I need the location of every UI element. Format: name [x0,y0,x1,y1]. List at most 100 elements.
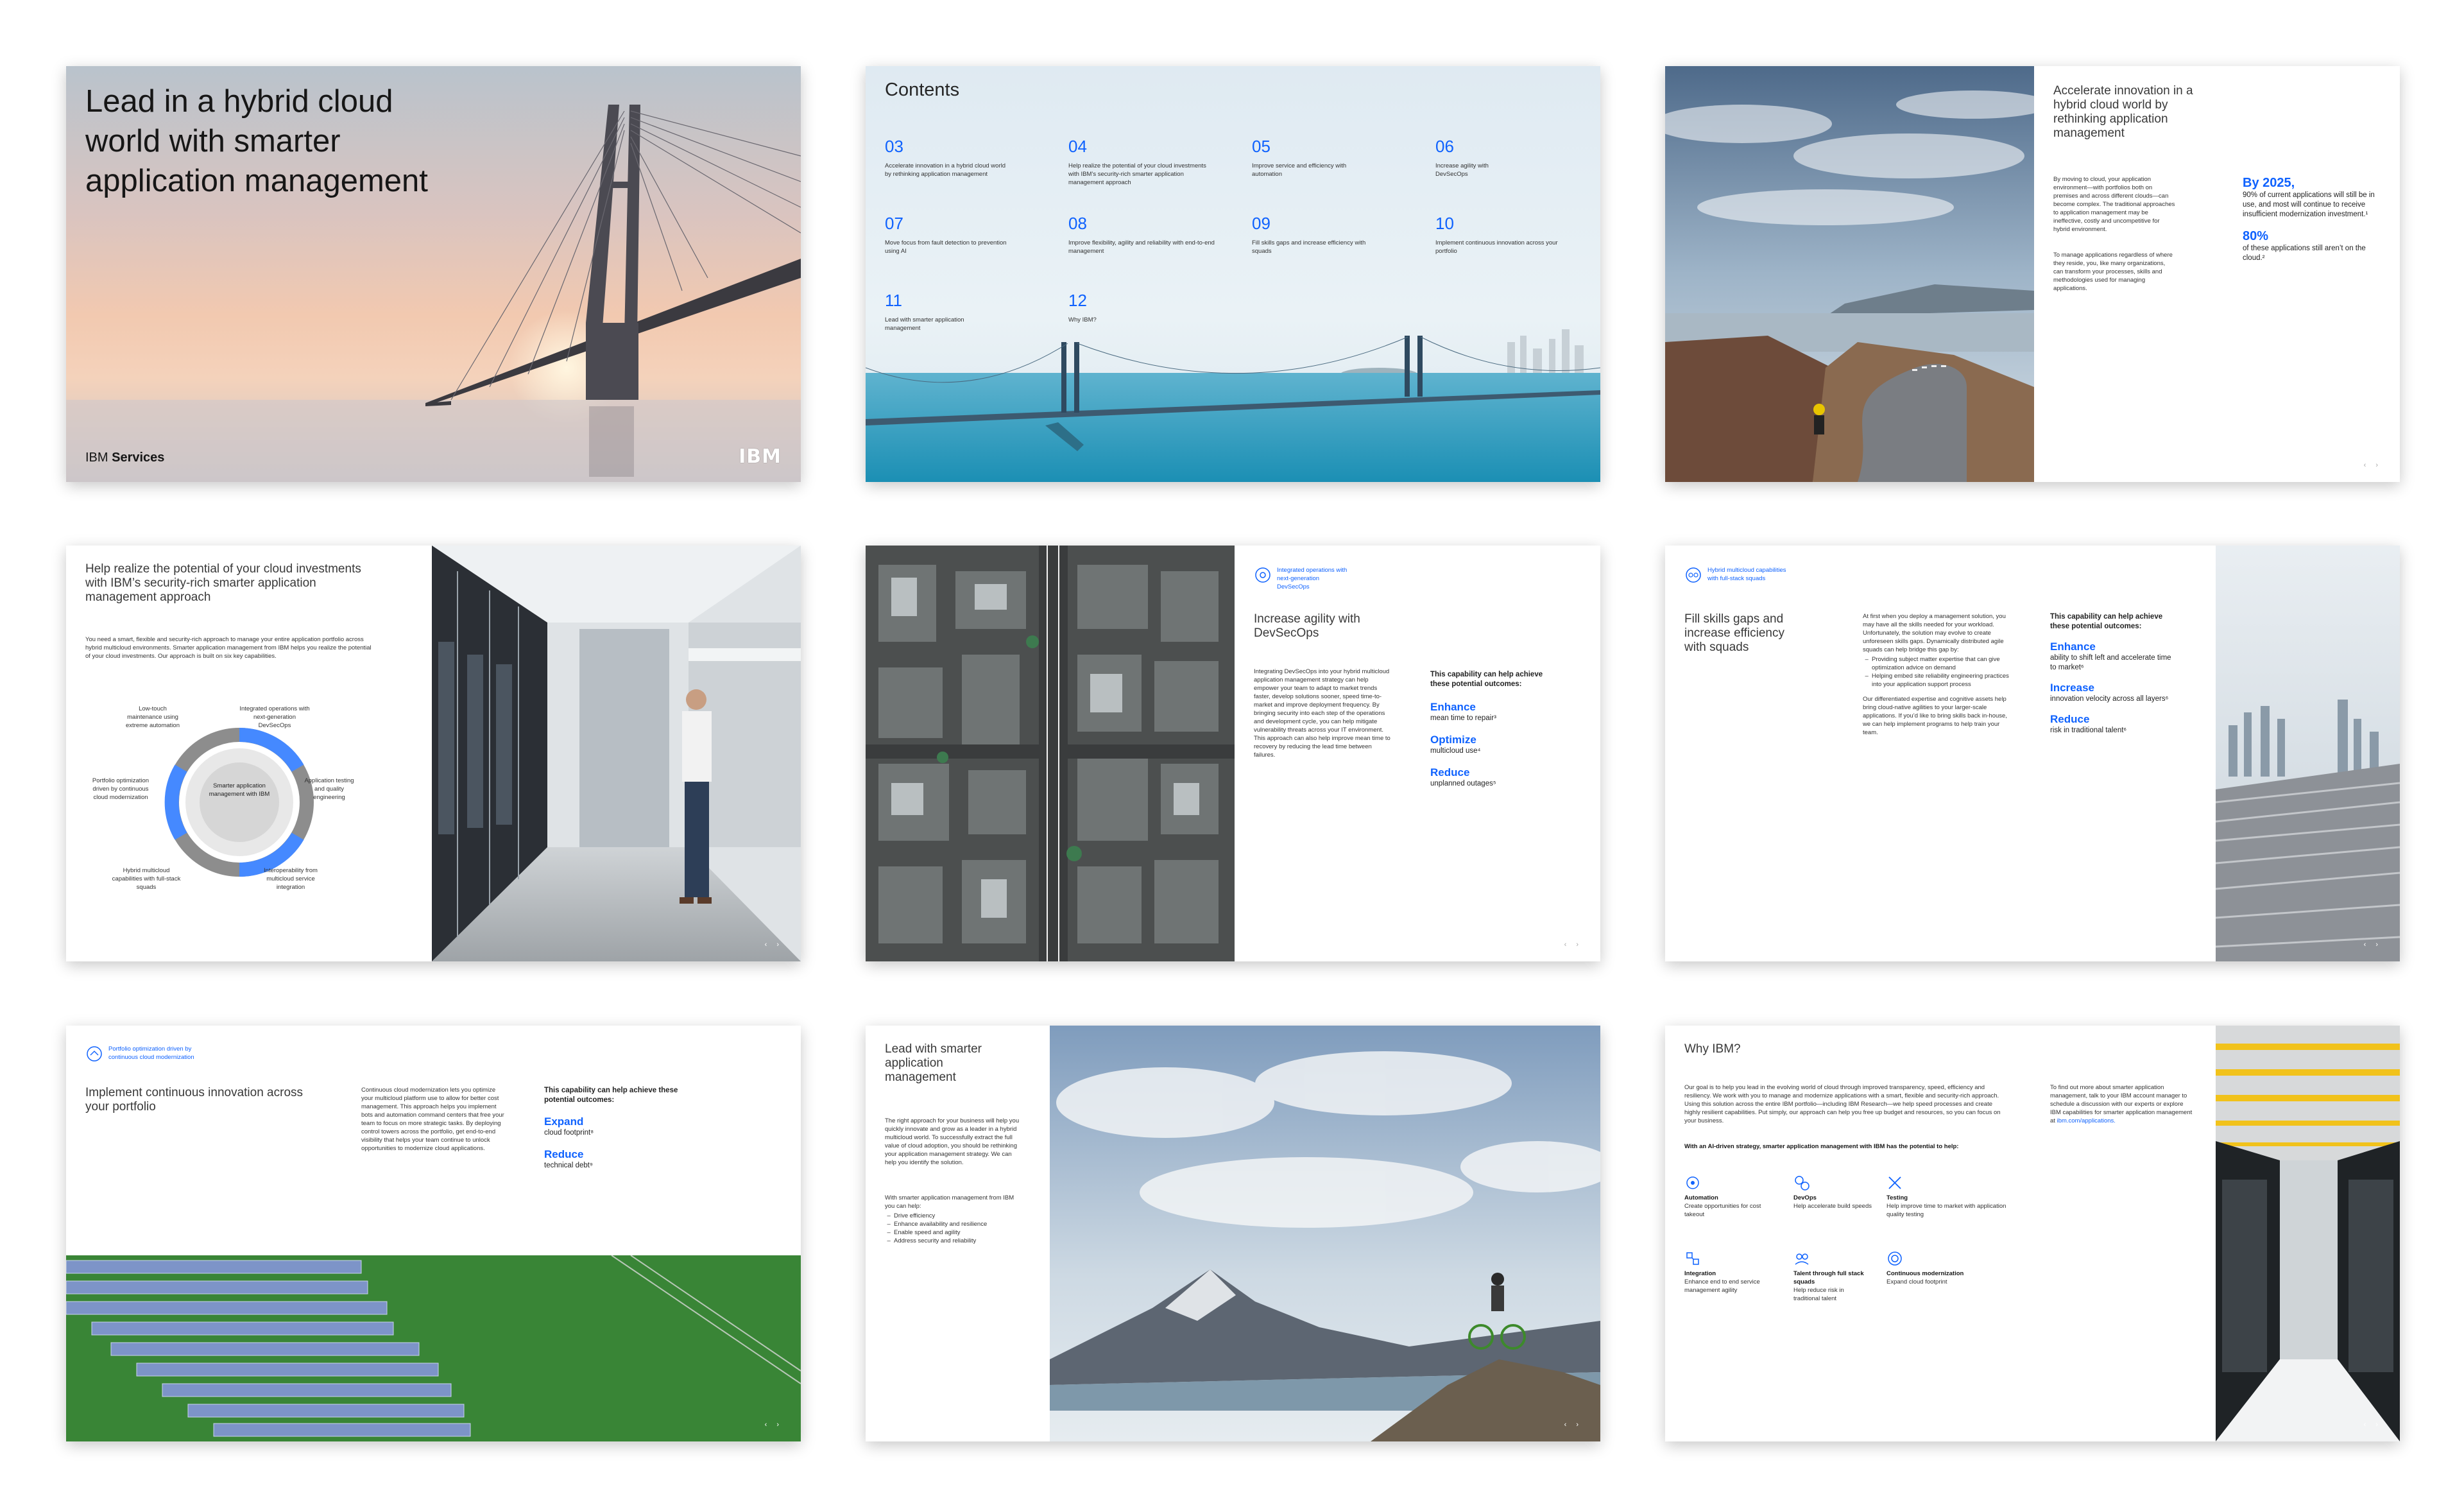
page-nav-arrows[interactable]: ‹ › [765,1421,783,1429]
features-grid: Automation Create opportunities for cost… [1684,1174,2031,1329]
outcome-item: Enhance ability to shift left and acceler… [2050,641,2171,671]
squads-bullets: Providing subject matter expertise that … [1863,655,2010,689]
contents-item[interactable]: 12 Why IBM? [1068,291,1235,324]
mountain-biker-image [1050,1026,1600,1441]
page-nav-arrows[interactable]: ‹ › [2364,1421,2382,1429]
slide9-side: To find out more about smarter applicati… [2050,1084,2193,1124]
outcome-item: Reduce unplanned outages⁵ [1430,766,1496,787]
slide-lead-smarter[interactable]: Lead with smarter application management… [866,1026,1600,1441]
slide7-outcomes: This capability can help achieve these p… [544,1086,705,1171]
slide3-title: Accelerate innovation in a hybrid cloud … [2053,84,2193,140]
page-nav-arrows[interactable]: ‹ › [1564,941,1582,949]
contents-item[interactable]: 06 Increase agility with DevSecOps [1435,137,1564,178]
capabilities-wheel-diagram [164,727,314,877]
cover-title-line-1: Lead in a hybrid cloud [85,84,393,119]
squads-badge: Hybrid multicloud capabilities with full… [1684,566,1851,584]
capability-label: Portfolio optimization driven by continu… [92,777,150,801]
city-aerial-image [866,546,1235,961]
contents-item[interactable]: 10 Implement continuous innovation across… [1435,214,1600,255]
feature-item: DevOps Help accelerate build speeds [1793,1174,1877,1210]
ibm-logo-icon: IBM [739,445,782,468]
slide4-title: Help realize the potential of your cloud… [85,562,361,604]
slide8-title: Lead with smarter application management [885,1042,982,1084]
datacenter-man-tablet-image [432,546,801,961]
capability-label: Application testing and quality engineer… [304,777,354,801]
slide3-body-1: By moving to cloud, your application env… [2053,176,2175,233]
devsecops-icon [1255,567,1270,583]
page-nav-arrows[interactable]: ‹ › [765,941,783,949]
stat-80-text: of these applications still aren’t on th… [2243,245,2366,262]
outcome-item: Enhance mean time to repair³ [1430,701,1496,722]
capability-label: Hybrid multicloud capabilities with full… [112,867,181,891]
testing-icon [1888,1176,1901,1189]
slide8-body-2: With smarter application management from… [885,1194,1020,1245]
outcome-item: Expand cloud footprint⁸ [544,1115,594,1137]
feature-item: Continuous modernization Expand cloud fo… [1887,1250,2008,1286]
slide6-title: Fill skills gaps and increase efficiency… [1684,612,1784,654]
capability-label: Interoperability from multicloud service… [264,867,318,891]
contents-item[interactable]: 09 Fill skills gaps and increase efficien… [1252,214,1419,255]
contents-item[interactable]: 08 Improve flexibility, agility and relia… [1068,214,1235,255]
applications-link[interactable]: ibm.com/applications. [2057,1117,2116,1124]
contents-item[interactable]: 07 Move focus from fault detection to pre… [885,214,1052,255]
contents-item[interactable]: 05 Improve service and efficiency with au… [1252,137,1419,178]
contents-heading: Contents [885,80,960,100]
sea-bridge-image [866,66,1600,482]
capability-intro: This capability can help achieve these p… [1430,671,1543,688]
capability-label: Integrated operations with next-generati… [239,705,310,729]
page-nav-arrows[interactable]: ‹ › [1564,1421,1582,1429]
portfolio-badge: Portfolio optimization driven by continu… [85,1045,252,1063]
slide-squads[interactable]: Hybrid multicloud capabilities with full… [1665,546,2400,961]
slide9-body: Our goal is to help you lead in the evol… [1684,1084,2001,1124]
stat-80-head: 80% [2243,229,2269,243]
portfolio-icon [87,1046,102,1062]
stat-2025-text: 90% of current applications will still b… [2243,191,2375,218]
automation-icon [1686,1176,1699,1189]
contents-item[interactable]: 11 Lead with smarter application manageme… [885,291,1052,332]
slide-cover[interactable]: Lead in a hybrid cloud world with smarte… [66,66,801,482]
feature-item: Talent through full stack squads Help re… [1793,1250,1870,1303]
integration-icon [1686,1252,1699,1265]
devsecops-badge: Integrated operations with next-generati… [1254,566,1421,591]
slide5-body: Integrating DevSecOps into your hybrid m… [1254,668,1390,759]
server-room-image [2216,1026,2400,1441]
slide7-body: Continuous cloud modernization lets you … [361,1087,504,1152]
skyline-stairs-image [2216,546,2400,961]
outcome-item: Optimize multicloud use⁴ [1430,734,1481,755]
lead-bullets: Drive efficiency Enhance availability an… [885,1212,1020,1245]
cover-title-line-2: world with smarter [85,124,341,159]
slide7-title: Implement continuous innovation across y… [85,1086,304,1114]
slide-accelerate-innovation[interactable]: Accelerate innovation in a hybrid cloud … [1665,66,2400,482]
contents-item[interactable]: 03 Accelerate innovation in a hybrid clou… [885,137,1052,178]
talent-squads-icon [1795,1253,1809,1265]
feature-item: Testing Help improve time to market with… [1887,1174,2008,1219]
page-nav-arrows[interactable]: ‹ › [2364,461,2382,469]
slide4-intro: You need a smart, flexible and security-… [85,636,372,660]
slide-devsecops[interactable]: Integrated operations with next-generati… [866,546,1600,961]
slide-contents[interactable]: Contents 03 Accelerate innovation in a hy… [866,66,1600,482]
devops-icon [1795,1176,1810,1191]
slide6-body: At first when you deploy a management so… [1863,612,2010,737]
modernization-icon [1888,1251,1902,1266]
slide-continuous-innovation[interactable]: Portfolio optimization driven by continu… [66,1026,801,1441]
slide8-body-1: The right approach for your business wil… [885,1117,1020,1166]
feature-item: Integration Enhance end to end service m… [1684,1250,1761,1294]
page-nav-arrows[interactable]: ‹ › [2364,941,2382,949]
cover-title-line-3: application management [85,164,428,198]
slide-realize-potential[interactable]: Help realize the potential of your cloud… [66,546,801,961]
solar-field-image [66,1255,801,1441]
slide6-outcomes: This capability can help achieve these p… [2050,612,2178,735]
cover-title: Lead in a hybrid cloud world with smarte… [85,82,428,201]
outcome-item: Reduce technical debt⁹ [544,1148,593,1169]
capability-label: Low-touch maintenance using extreme auto… [126,705,180,729]
slide-why-ibm[interactable]: Why IBM? Our goal is to help you lead in… [1665,1026,2400,1441]
capability-intro: This capability can help achieve these p… [2050,613,2163,630]
outcome-item: Increase innovation velocity across all l… [2050,682,2169,703]
cyclist-coast-image [1665,66,2034,482]
stat-2025-head: By 2025, [2243,176,2295,190]
wheel-center-label: Smarter application management with IBM [209,782,270,798]
slide5-outcomes: This capability can help achieve these p… [1430,670,1584,789]
squads-icon [1686,567,1701,583]
slide3-body-2: To manage applications regardless of whe… [2053,252,2173,292]
contents-item[interactable]: 04 Help realize the potential of your clo… [1068,137,1235,187]
